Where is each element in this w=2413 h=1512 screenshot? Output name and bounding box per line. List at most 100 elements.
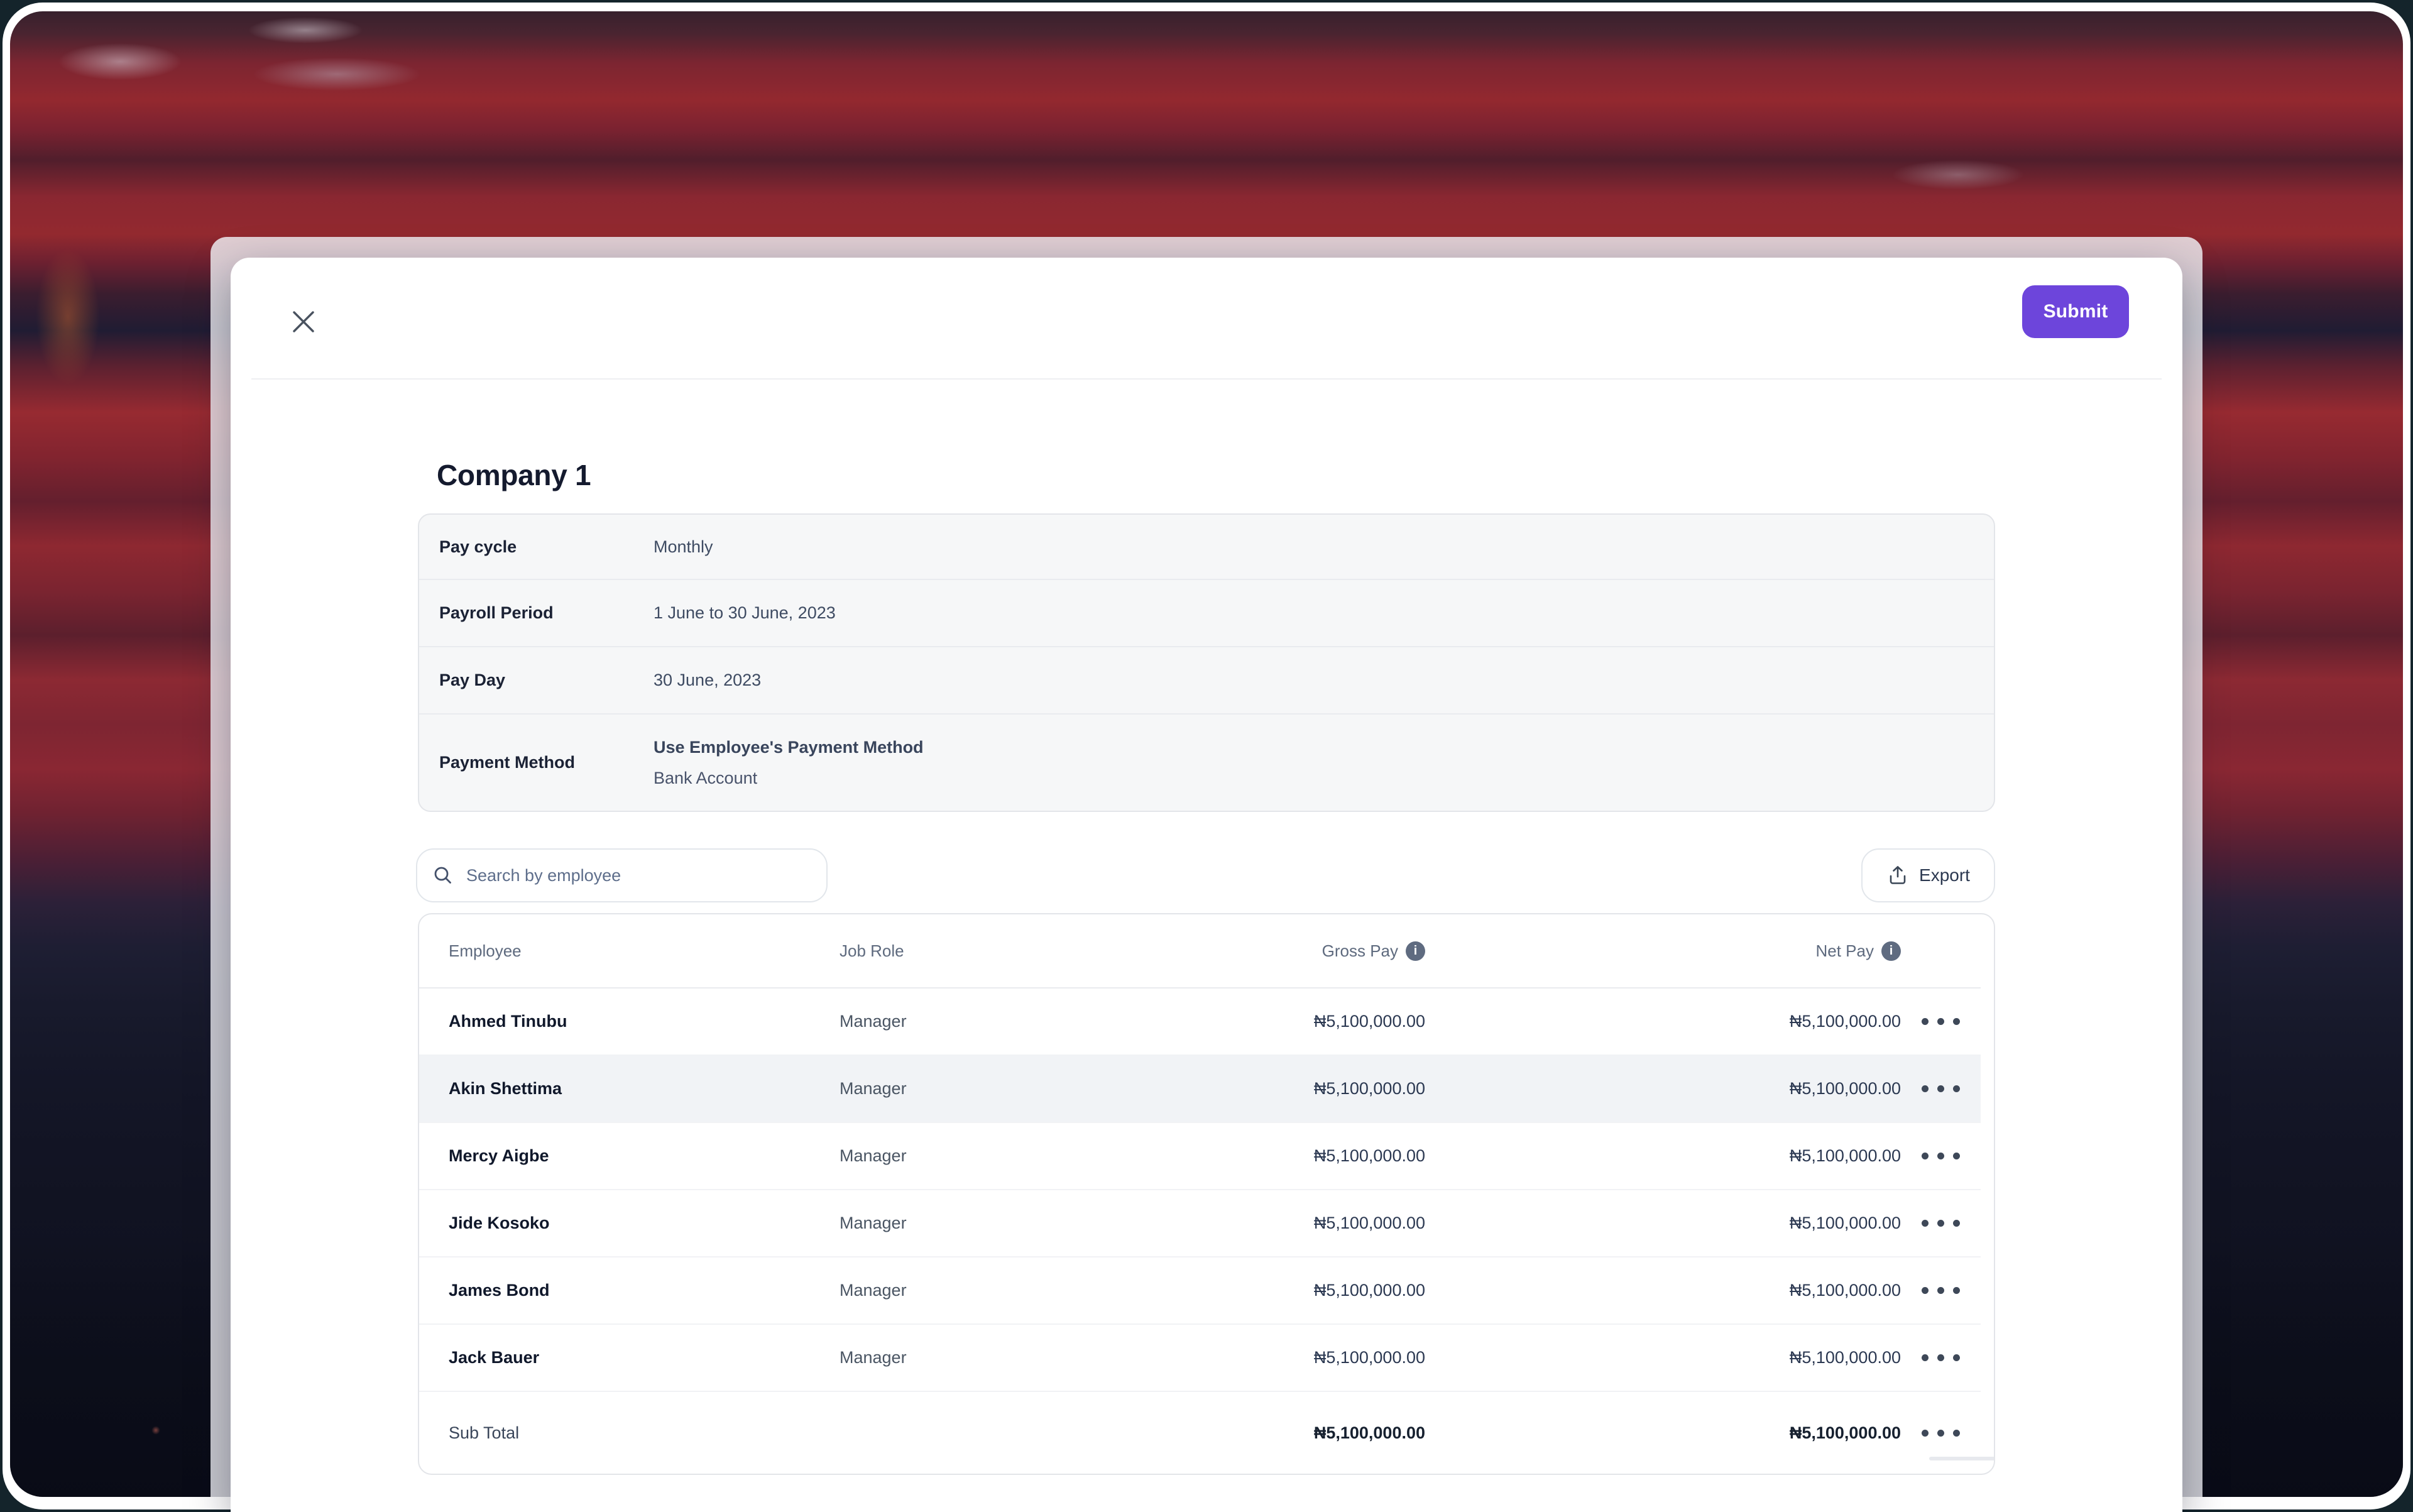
row-menu-button[interactable] <box>1915 1079 1966 1098</box>
summary-label: Payment Method <box>419 753 654 772</box>
table-subtotal-row: Sub Total ₦5,100,000.00 ₦5,100,000.00 <box>419 1392 1981 1474</box>
row-menu-button[interactable] <box>1915 1281 1966 1300</box>
summary-value: 1 June to 30 June, 2023 <box>654 603 836 623</box>
employee-table-card: Employee Job Role Gross Pay i Net Pay i … <box>418 913 1995 1475</box>
close-icon <box>289 307 318 336</box>
net-pay-amount: ₦5,100,000.00 <box>1790 1281 1901 1300</box>
export-upload-icon <box>1886 864 1909 887</box>
row-menu-button[interactable] <box>1915 1213 1966 1233</box>
close-button[interactable] <box>283 302 324 342</box>
search-icon <box>432 865 454 886</box>
search-input[interactable] <box>465 865 811 886</box>
column-header-gross-pay: Gross Pay i <box>1322 941 1425 961</box>
column-header-job-role: Job Role <box>840 941 1103 961</box>
column-header-employee: Employee <box>449 941 840 961</box>
net-pay-amount: ₦5,100,000.00 <box>1790 1146 1901 1166</box>
page-title: Company 1 <box>437 458 591 492</box>
column-header-net-pay: Net Pay i <box>1816 941 1901 961</box>
export-label: Export <box>1919 865 1970 885</box>
payroll-summary-card: Pay cycle Monthly Payroll Period 1 June … <box>418 513 1995 812</box>
dot <box>1937 1287 1944 1294</box>
dot <box>1937 1430 1944 1437</box>
employee-name: Jide Kosoko <box>449 1213 840 1233</box>
column-header-label: Gross Pay <box>1322 941 1398 961</box>
summary-row-pay-day: Pay Day 30 June, 2023 <box>419 647 1994 715</box>
job-role: Manager <box>840 1348 1103 1367</box>
screen: Submit Company 1 Pay cycle Monthly Payro… <box>0 0 2413 1512</box>
job-role: Manager <box>840 1213 1103 1233</box>
horizontal-scrollbar-thumb[interactable] <box>1929 1457 1995 1460</box>
payment-method-secondary: Bank Account <box>654 769 924 788</box>
dot <box>1937 1220 1944 1227</box>
net-pay-amount: ₦5,100,000.00 <box>1790 1079 1901 1098</box>
dot <box>1937 1354 1944 1361</box>
table-row[interactable]: Mercy Aigbe Manager ₦5,100,000.00 ₦5,100… <box>419 1123 1981 1190</box>
summary-label: Payroll Period <box>419 603 654 623</box>
net-pay-amount: ₦5,100,000.00 <box>1790 1012 1901 1031</box>
gross-pay-amount: ₦5,100,000.00 <box>1314 1348 1425 1367</box>
dot <box>1953 1085 1960 1092</box>
employee-name: Jack Bauer <box>449 1348 840 1367</box>
dot <box>1937 1153 1944 1159</box>
subtotal-gross-pay: ₦5,100,000.00 <box>1314 1423 1425 1443</box>
table-row[interactable]: James Bond Manager ₦5,100,000.00 ₦5,100,… <box>419 1257 1981 1325</box>
dot <box>1922 1153 1929 1159</box>
summary-value: Use Employee's Payment Method Bank Accou… <box>654 738 924 788</box>
summary-label: Pay Day <box>419 671 654 690</box>
dot <box>1922 1430 1929 1437</box>
gross-pay-amount: ₦5,100,000.00 <box>1314 1146 1425 1166</box>
table-row[interactable]: Ahmed Tinubu Manager ₦5,100,000.00 ₦5,10… <box>419 989 1981 1056</box>
dot <box>1953 1430 1960 1437</box>
net-pay-amount: ₦5,100,000.00 <box>1790 1213 1901 1233</box>
gross-pay-info-icon[interactable]: i <box>1406 941 1425 961</box>
summary-row-pay-cycle: Pay cycle Monthly <box>419 515 1994 580</box>
dot <box>1922 1220 1929 1227</box>
row-menu-button[interactable] <box>1915 1348 1966 1367</box>
dot <box>1953 1220 1960 1227</box>
dot <box>1937 1018 1944 1025</box>
table-row[interactable]: Jide Kosoko Manager ₦5,100,000.00 ₦5,100… <box>419 1190 1981 1257</box>
dot <box>1953 1018 1960 1025</box>
summary-row-payment-method: Payment Method Use Employee's Payment Me… <box>419 715 1994 811</box>
subtotal-row-menu-button[interactable] <box>1915 1423 1966 1443</box>
employee-name: James Bond <box>449 1281 840 1300</box>
dot <box>1922 1018 1929 1025</box>
net-pay-amount: ₦5,100,000.00 <box>1790 1348 1901 1367</box>
employee-name: Akin Shettima <box>449 1079 840 1098</box>
dot <box>1922 1287 1929 1294</box>
dot <box>1937 1085 1944 1092</box>
column-header-label: Net Pay <box>1816 941 1874 961</box>
gross-pay-amount: ₦5,100,000.00 <box>1314 1012 1425 1031</box>
summary-value: 30 June, 2023 <box>654 671 761 690</box>
payroll-review-modal: Submit Company 1 Pay cycle Monthly Payro… <box>231 258 2182 1512</box>
summary-row-payroll-period: Payroll Period 1 June to 30 June, 2023 <box>419 580 1994 647</box>
net-pay-info-icon[interactable]: i <box>1881 941 1901 961</box>
dot <box>1953 1354 1960 1361</box>
dot <box>1953 1153 1960 1159</box>
dot <box>1922 1085 1929 1092</box>
modal-header-divider <box>251 378 2162 380</box>
table-row[interactable]: Jack Bauer Manager ₦5,100,000.00 ₦5,100,… <box>419 1325 1981 1392</box>
gross-pay-amount: ₦5,100,000.00 <box>1314 1281 1425 1300</box>
search-input-wrapper[interactable] <box>416 848 828 902</box>
export-button[interactable]: Export <box>1861 848 1995 902</box>
gross-pay-amount: ₦5,100,000.00 <box>1314 1079 1425 1098</box>
summary-label: Pay cycle <box>419 537 654 557</box>
employee-name: Ahmed Tinubu <box>449 1012 840 1031</box>
employee-name: Mercy Aigbe <box>449 1146 840 1166</box>
job-role: Manager <box>840 1079 1103 1098</box>
row-menu-button[interactable] <box>1915 1012 1966 1031</box>
table-row[interactable]: Akin Shettima Manager ₦5,100,000.00 ₦5,1… <box>419 1056 1981 1123</box>
payment-method-primary: Use Employee's Payment Method <box>654 738 924 757</box>
dot <box>1953 1287 1960 1294</box>
row-menu-button[interactable] <box>1915 1146 1966 1166</box>
job-role: Manager <box>840 1012 1103 1031</box>
table-body: Ahmed Tinubu Manager ₦5,100,000.00 ₦5,10… <box>419 989 1981 1392</box>
gross-pay-amount: ₦5,100,000.00 <box>1314 1213 1425 1233</box>
submit-button[interactable]: Submit <box>2022 285 2129 338</box>
job-role: Manager <box>840 1281 1103 1300</box>
summary-value: Monthly <box>654 537 713 557</box>
table-header-row: Employee Job Role Gross Pay i Net Pay i <box>419 914 1981 989</box>
dot <box>1922 1354 1929 1361</box>
subtotal-label: Sub Total <box>449 1423 840 1443</box>
